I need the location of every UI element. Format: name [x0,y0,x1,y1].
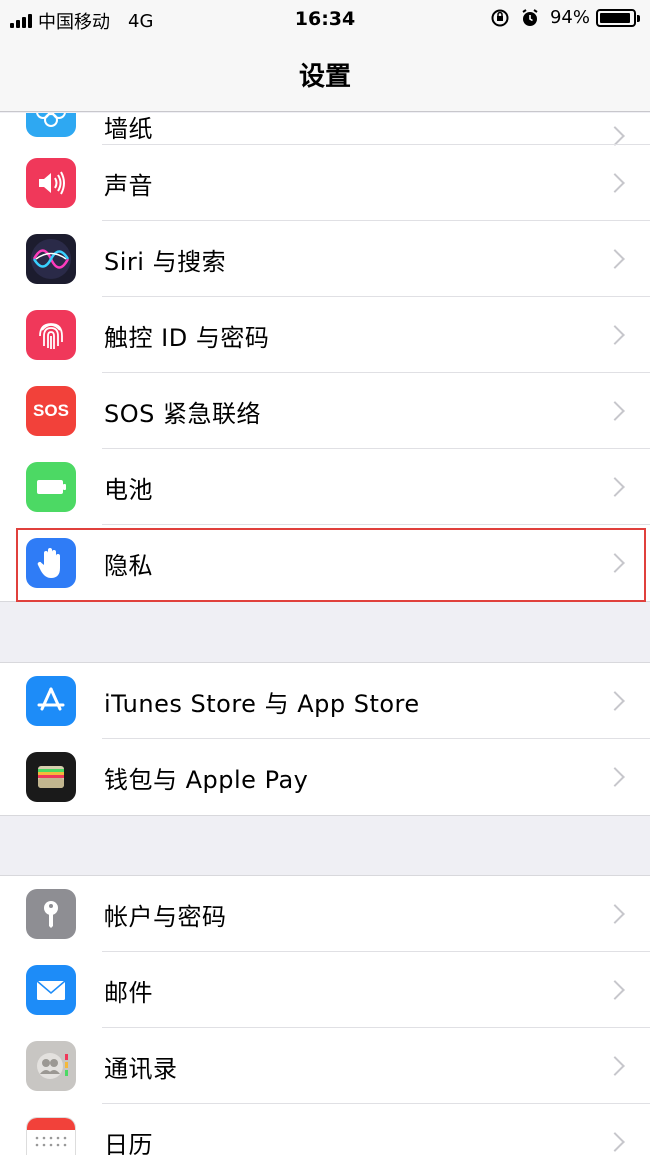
settings-row-itunes-app-store[interactable]: iTunes Store 与 App Store [0,663,650,739]
chevron-right-icon [605,1056,625,1076]
siri-icon [26,234,76,284]
sos-icon: SOS [26,386,76,436]
settings-row-label: 声音 [104,171,153,200]
settings-row-label: 墙纸 [104,115,153,143]
battery-app-icon [26,462,76,512]
settings-row-touch-id[interactable]: 触控 ID 与密码 [0,297,650,373]
chevron-right-icon [605,477,625,497]
contacts-icon [26,1041,76,1091]
chevron-right-icon [605,691,625,711]
key-icon [26,889,76,939]
settings-row-siri[interactable]: Siri 与搜索 [0,221,650,297]
speaker-icon [26,158,76,208]
settings-row-label: 帐户与密码 [104,902,227,931]
chevron-right-icon [605,126,625,146]
settings-row-contacts[interactable]: 通讯录 [0,1028,650,1104]
settings-row-label: 隐私 [104,551,153,580]
settings-row-label: Siri 与搜索 [104,247,227,276]
status-bar-right: 94% [490,7,640,28]
settings-row-label: iTunes Store 与 App Store [104,689,420,718]
battery-level [600,12,631,23]
chevron-right-icon [605,249,625,269]
settings-row-mail[interactable]: 邮件 [0,952,650,1028]
settings-group-3: 帐户与密码 邮件 通讯录 日历 [0,875,650,1155]
wallpaper-icon [26,113,76,137]
app-store-icon [26,676,76,726]
settings-row-sounds[interactable]: 声音 [0,145,650,221]
settings-row-label: 钱包与 Apple Pay [104,765,309,794]
settings-list[interactable]: 墙纸 声音 Siri 与搜索 触控 ID 与密码 SOS SOS 紧急联络 电池… [0,113,650,1155]
settings-row-battery[interactable]: 电池 [0,449,650,525]
settings-row-label: 电池 [104,475,153,504]
settings-group-1: 墙纸 声音 Siri 与搜索 触控 ID 与密码 SOS SOS 紧急联络 电池… [0,113,650,602]
settings-row-emergency-sos[interactable]: SOS SOS 紧急联络 [0,373,650,449]
battery-percent: 94% [549,7,590,28]
status-bar: 中国移动 4G 16:34 94% [0,0,650,40]
chevron-right-icon [605,553,625,573]
settings-row-privacy[interactable]: 隐私 [0,525,650,601]
chevron-right-icon [605,904,625,924]
settings-row-calendar[interactable]: 日历 [0,1104,650,1155]
alarm-icon [520,8,540,28]
calendar-icon [26,1117,76,1155]
battery-icon [596,8,640,27]
settings-row-label: SOS 紧急联络 [104,399,261,428]
settings-group-2: iTunes Store 与 App Store 钱包与 Apple Pay [0,662,650,816]
hand-icon [26,538,76,588]
settings-row-label: 邮件 [104,978,153,1007]
settings-row-label: 日历 [104,1130,153,1155]
wallet-icon [26,752,76,802]
chevron-right-icon [605,767,625,787]
navigation-bar: 设置 [0,40,650,112]
settings-row-label: 触控 ID 与密码 [104,323,270,352]
mail-icon [26,965,76,1015]
chevron-right-icon [605,325,625,345]
chevron-right-icon [605,980,625,1000]
chevron-right-icon [605,401,625,421]
settings-row-wallet-apple-pay[interactable]: 钱包与 Apple Pay [0,739,650,815]
rotation-lock-icon [490,8,510,28]
settings-row-label: 通讯录 [104,1054,178,1083]
page-title: 设置 [298,62,351,92]
chevron-right-icon [605,1132,625,1152]
settings-row-wallpaper[interactable]: 墙纸 [0,113,650,146]
fingerprint-icon [26,310,76,360]
settings-row-accounts-passwords[interactable]: 帐户与密码 [0,876,650,952]
chevron-right-icon [605,173,625,193]
